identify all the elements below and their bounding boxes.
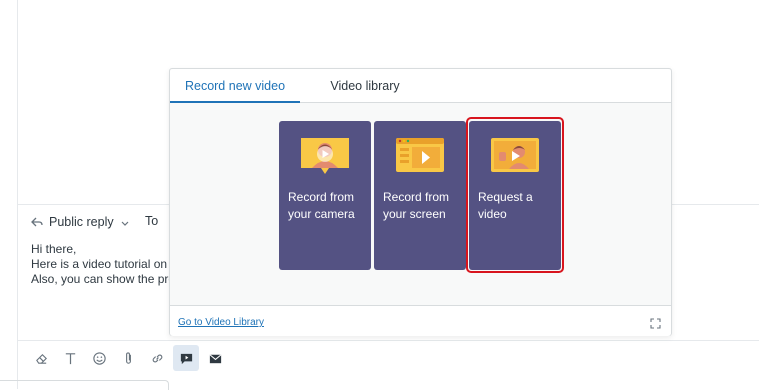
eraser-icon[interactable] bbox=[28, 345, 54, 371]
reply-line: Hi there, bbox=[31, 242, 77, 256]
video-tabs: Record new video Video library bbox=[170, 69, 671, 103]
video-popup: Record new video Video library Record fr… bbox=[169, 68, 672, 336]
text-format-icon[interactable] bbox=[57, 345, 83, 371]
screen-video-illustration-icon bbox=[394, 137, 446, 177]
reply-line: Here is a video tutorial on c bbox=[31, 257, 171, 271]
go-to-video-library-link[interactable]: Go to Video Library bbox=[178, 317, 264, 328]
tab-video-library[interactable]: Video library bbox=[300, 69, 430, 102]
attachment-icon[interactable] bbox=[115, 345, 141, 371]
left-divider bbox=[17, 0, 18, 389]
popup-footer: Go to Video Library bbox=[170, 305, 671, 336]
reply-editor[interactable]: Hi there, Here is a video tutorial on c … bbox=[31, 242, 171, 287]
record-camera-label: Record from your camera bbox=[288, 190, 355, 221]
tab-record-new-video[interactable]: Record new video bbox=[170, 69, 300, 103]
email-icon[interactable] bbox=[202, 345, 228, 371]
expand-icon[interactable] bbox=[650, 316, 661, 329]
toolbar-divider bbox=[17, 340, 759, 341]
video-message-icon[interactable] bbox=[173, 345, 199, 371]
record-screen-label: Record from your screen bbox=[383, 190, 450, 221]
reply-mode-label: Public reply bbox=[49, 215, 114, 229]
camera-video-illustration-icon bbox=[299, 137, 351, 177]
reply-line: Also, you can show the pro bbox=[31, 272, 171, 286]
link-icon[interactable] bbox=[144, 345, 170, 371]
record-screen-card[interactable]: Record from your screen bbox=[374, 121, 466, 270]
emoji-icon[interactable] bbox=[86, 345, 112, 371]
composer-toolbar bbox=[28, 344, 231, 372]
reply-mode-dropdown[interactable]: Public reply bbox=[30, 213, 130, 231]
to-label: To bbox=[145, 214, 159, 228]
reply-arrow-icon bbox=[30, 215, 44, 229]
selection-highlight bbox=[466, 117, 564, 273]
chevron-down-icon bbox=[120, 217, 130, 227]
record-camera-card[interactable]: Record from your camera bbox=[279, 121, 371, 270]
